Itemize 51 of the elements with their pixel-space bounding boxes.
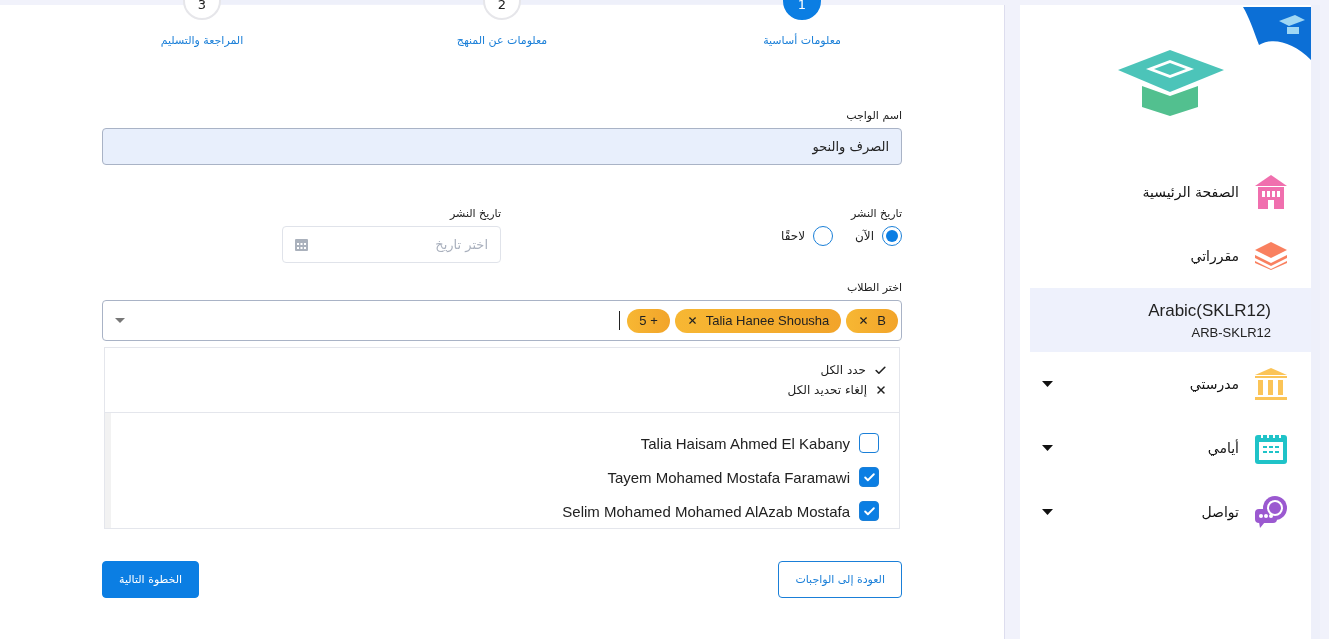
field-label: اختر الطلاب xyxy=(846,281,902,294)
radio-label: الآن xyxy=(855,229,874,243)
back-button[interactable]: العودة إلى الواجبات xyxy=(778,561,902,598)
columns-icon xyxy=(1255,368,1287,400)
caret-icon[interactable] xyxy=(1042,445,1053,451)
assignment-name-field[interactable]: الصرف والنحو xyxy=(102,128,902,165)
step-number[interactable]: 3 xyxy=(183,0,221,20)
step-number[interactable]: 2 xyxy=(483,0,521,20)
nav-item[interactable]: الصفحة الرئيسية xyxy=(1030,160,1311,224)
student-chip[interactable]: 5 + xyxy=(627,308,670,333)
nav-item[interactable]: تواصل xyxy=(1030,480,1311,544)
caret-icon[interactable] xyxy=(1042,381,1053,387)
menu-item[interactable]: حدد الكل xyxy=(105,363,887,377)
check-icon xyxy=(874,363,887,377)
step-label: المراجعة والتسليم xyxy=(160,34,244,47)
corner-logo-drawing xyxy=(1243,7,1311,60)
radio-label: لاحقًا xyxy=(781,229,805,243)
step-label: معلومات أساسية xyxy=(763,34,841,47)
nav-item[interactable]: مدرستي xyxy=(1030,352,1311,416)
checkbox[interactable] xyxy=(859,433,879,453)
student-chip[interactable]: Talia Hanee Shousha xyxy=(674,308,842,333)
remove-icon[interactable] xyxy=(858,315,870,326)
checkbox[interactable] xyxy=(859,467,879,487)
next-button[interactable]: الخطوة التالية xyxy=(102,561,200,598)
field-label: اسم الواجب xyxy=(846,109,902,122)
text-cursor xyxy=(619,311,621,330)
remove-icon[interactable] xyxy=(686,315,698,326)
student-name: Tayem Mohamed Mostafa Faramawi xyxy=(607,468,850,486)
caret-icon[interactable] xyxy=(1042,509,1053,515)
books-icon xyxy=(1255,242,1287,270)
student-name: Talia Haisam Ahmed El Kabany xyxy=(640,434,850,452)
course-item[interactable]: Arabic(SKLR12) ARB-SKLR12 xyxy=(1030,288,1311,352)
menu-item[interactable]: إلغاء تحديد الكل xyxy=(105,383,887,397)
logo-icon xyxy=(1117,50,1224,116)
student-name: Selim Mohamed Mohamed AlAzab Mostafa xyxy=(562,502,850,520)
students-select[interactable]: 5 + Talia Hanee Shousha B xyxy=(102,300,902,341)
step-label: معلومات عن المنهج xyxy=(456,34,548,47)
chat-icon xyxy=(1255,496,1287,528)
check-icon xyxy=(862,470,876,484)
check-icon xyxy=(862,504,876,518)
nav-item[interactable]: مقرراتي xyxy=(1030,224,1311,288)
student-chip[interactable]: B xyxy=(846,308,898,333)
calendar-icon xyxy=(295,238,308,251)
building-icon xyxy=(1255,175,1287,209)
close-icon xyxy=(875,384,887,396)
field-label: تاريخ النشر xyxy=(851,207,902,220)
nav-item[interactable]: أيامي xyxy=(1030,416,1311,480)
field-label: تاريخ النشر xyxy=(450,207,501,220)
calendar-icon xyxy=(1255,432,1287,464)
checkbox[interactable] xyxy=(859,501,879,521)
step-number[interactable]: 1 xyxy=(783,0,821,20)
